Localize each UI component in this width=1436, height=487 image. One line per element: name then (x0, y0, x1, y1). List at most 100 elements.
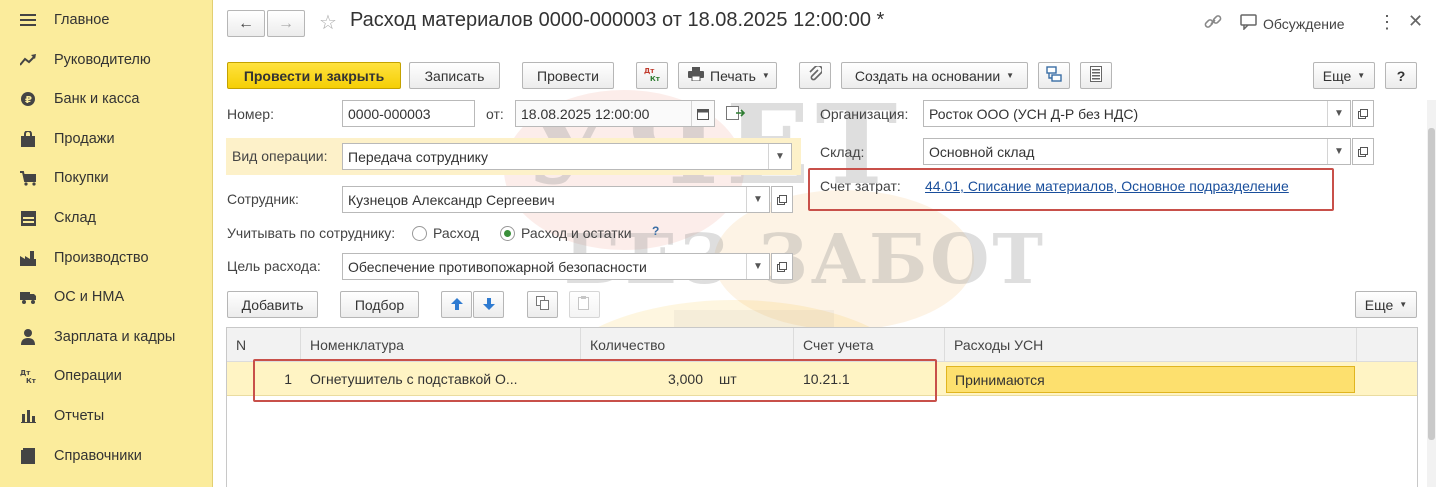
sidebar-item-references[interactable]: Справочники (0, 437, 213, 475)
chevron-down-icon[interactable]: ▼ (1327, 139, 1350, 164)
discussion-label: Обсуждение (1263, 15, 1345, 32)
trend-icon (20, 52, 36, 68)
sidebar-item-warehouse[interactable]: Склад (0, 199, 213, 237)
person-icon (20, 329, 36, 345)
date-arrow-icon[interactable] (726, 106, 746, 123)
sidebar-item-purchases[interactable]: Покупки (0, 159, 213, 197)
sidebar-item-operations[interactable]: Дт Кт Операции (0, 357, 213, 395)
svg-text:Дт: Дт (644, 67, 655, 75)
chevron-down-icon: ▼ (1006, 71, 1015, 80)
open-warehouse-button[interactable] (1352, 138, 1374, 165)
radio-expense[interactable]: Расход (412, 225, 479, 241)
close-icon[interactable]: ✕ (1408, 11, 1423, 32)
sidebar-item-label: Покупки (54, 170, 109, 186)
copy-button[interactable] (527, 291, 558, 318)
chevron-down-icon[interactable]: ▼ (746, 254, 769, 279)
post-and-close-button[interactable]: Провести и закрыть (227, 62, 401, 89)
scrollbar-thumb[interactable] (1428, 128, 1435, 440)
star-icon[interactable]: ☆ (319, 10, 337, 35)
paste-button[interactable] (569, 291, 600, 318)
sidebar-item-label: Банк и касса (54, 91, 140, 107)
number-field[interactable]: 0000-000003 (342, 100, 475, 127)
operation-type-label: Вид операции: (232, 148, 328, 164)
warehouse-select[interactable]: Основной склад ▼ (923, 138, 1351, 165)
cost-account-link[interactable]: 44.01, Списание материалов, Основное под… (925, 178, 1289, 194)
organization-select[interactable]: Росток ООО (УСН Д-Р без НДС) ▼ (923, 100, 1351, 127)
link-icon[interactable] (1204, 13, 1222, 34)
attach-button[interactable] (799, 62, 831, 89)
post-button[interactable]: Провести (522, 62, 614, 89)
column-header-usn-expenses[interactable]: Расходы УСН (945, 328, 1357, 362)
paperclip-icon (808, 64, 824, 85)
more-vertical-icon[interactable]: ⋮ (1378, 12, 1396, 33)
dt-kt-button[interactable]: Дт Кт (636, 62, 668, 89)
table-more-label: Еще (1364, 296, 1394, 313)
sidebar-item-bank[interactable]: ₽ Банк и касса (0, 80, 213, 118)
open-employee-button[interactable] (771, 186, 793, 213)
sidebar-item-reports[interactable]: Отчеты (0, 397, 213, 435)
open-icon (1358, 106, 1368, 122)
move-down-button[interactable] (473, 291, 504, 318)
radio-expense-and-balance[interactable]: Расход и остатки (500, 225, 632, 241)
column-header-quantity[interactable]: Количество (581, 328, 794, 362)
move-up-button[interactable] (441, 291, 472, 318)
add-row-button[interactable]: Добавить (227, 291, 318, 318)
radio-expense-label: Расход (433, 225, 480, 241)
employee-label: Сотрудник: (227, 191, 299, 207)
create-based-label: Создать на основании (854, 67, 1001, 84)
save-button[interactable]: Записать (409, 62, 500, 89)
operation-type-select[interactable]: Передача сотруднику ▼ (342, 143, 792, 170)
employee-select[interactable]: Кузнецов Александр Сергеевич ▼ (342, 186, 770, 213)
table-more-button[interactable]: Еще ▼ (1355, 291, 1417, 318)
open-icon (1358, 144, 1368, 160)
open-purpose-button[interactable] (771, 253, 793, 280)
chevron-down-icon[interactable]: ▼ (1327, 101, 1350, 126)
sidebar-item-salary[interactable]: Зарплата и кадры (0, 318, 213, 356)
sidebar-item-main[interactable]: Главное (0, 1, 213, 39)
sidebar-item-fixed-assets[interactable]: ОС и НМА (0, 278, 213, 316)
column-header-account[interactable]: Счет учета (794, 328, 945, 362)
discussion-button[interactable]: Обсуждение (1240, 14, 1345, 33)
help-button[interactable]: ? (1385, 62, 1417, 89)
chevron-down-icon: ▼ (1399, 300, 1408, 309)
cell-usn-expenses[interactable]: Принимаются (946, 366, 1355, 393)
open-organization-button[interactable] (1352, 100, 1374, 127)
arrow-left-icon: ← (238, 14, 254, 32)
report-button[interactable] (1080, 62, 1112, 89)
scrollbar-track[interactable] (1427, 100, 1436, 487)
operation-type-value: Передача сотруднику (348, 148, 488, 165)
arrow-up-icon (450, 297, 463, 313)
structure-button[interactable] (1038, 62, 1070, 89)
calendar-icon[interactable] (691, 101, 714, 126)
print-button[interactable]: Печать ▼ (678, 62, 777, 89)
column-header-n[interactable]: N (227, 328, 301, 362)
sidebar-item-label: Отчеты (54, 408, 105, 424)
sidebar-item-sales[interactable]: Продажи (0, 120, 213, 158)
forward-button[interactable]: → (267, 10, 305, 37)
sidebar-item-production[interactable]: Производство (0, 239, 213, 277)
date-field[interactable]: 18.08.2025 12:00:00 (515, 100, 715, 127)
sidebar-item-label: Производство (54, 250, 149, 266)
more-label: Еще (1322, 67, 1352, 84)
cost-account-label: Счет затрат: (820, 178, 901, 194)
radio-unchecked-icon (412, 225, 427, 241)
purpose-select[interactable]: Обеспечение противопожарной безопасности… (342, 253, 770, 280)
organization-label: Организация: (820, 106, 909, 122)
more-button[interactable]: Еще ▼ (1313, 62, 1375, 89)
help-question-icon[interactable]: ? (652, 224, 659, 238)
table-header: N Номенклатура Количество Счет учета Рас… (227, 328, 1417, 362)
column-header-item[interactable]: Номенклатура (301, 328, 581, 362)
number-label: Номер: (227, 106, 274, 122)
bag-icon (20, 131, 36, 147)
sidebar-item-manager[interactable]: Руководителю (0, 41, 213, 79)
date-value: 18.08.2025 12:00:00 (521, 105, 650, 122)
selection-button[interactable]: Подбор (340, 291, 419, 318)
create-based-on-button[interactable]: Создать на основании ▼ (841, 62, 1028, 89)
chevron-down-icon[interactable]: ▼ (768, 144, 791, 169)
chevron-down-icon[interactable]: ▼ (746, 187, 769, 212)
svg-text:Дт: Дт (20, 369, 31, 377)
chat-icon (1240, 14, 1257, 33)
back-button[interactable]: ← (227, 10, 265, 37)
row-highlight-box (253, 359, 937, 402)
dt-kt-icon: Дт Кт (643, 66, 661, 85)
